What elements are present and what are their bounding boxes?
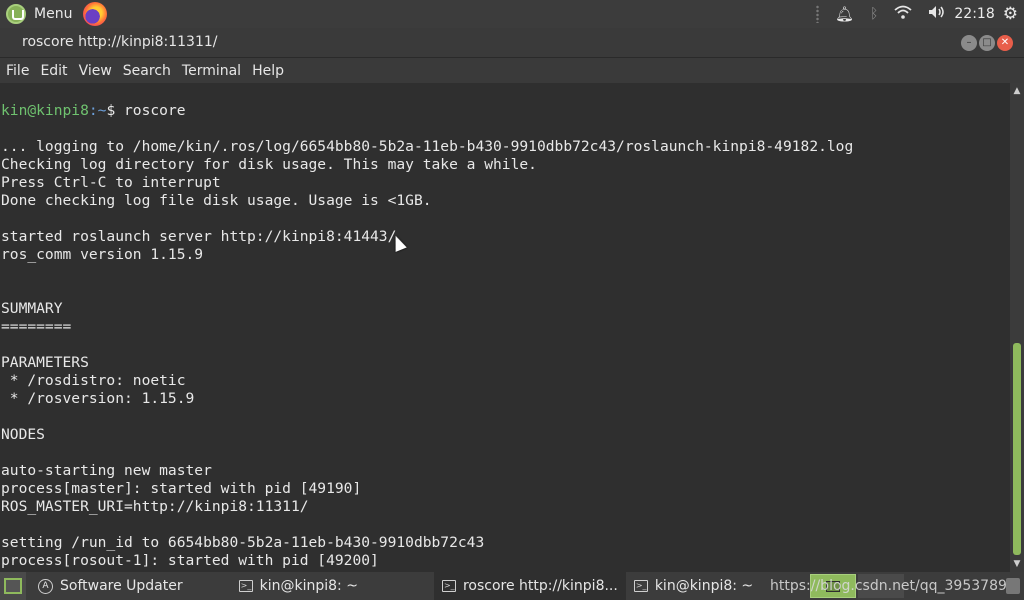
terminal-line: SUMMARY bbox=[1, 300, 63, 317]
minimize-button[interactable]: – bbox=[961, 35, 977, 51]
taskbar-item-terminal-2[interactable]: >_ kin@kinpi8: ~ bbox=[626, 572, 761, 600]
menubar: File Edit View Search Terminal Help bbox=[0, 58, 1024, 83]
terminal-scrollbar[interactable]: ▲ ▼ bbox=[1010, 83, 1024, 572]
menu-file[interactable]: File bbox=[6, 63, 29, 79]
terminal-line: Checking log directory for disk usage. T… bbox=[1, 156, 537, 173]
terminal-line: ... logging to /home/kin/.ros/log/6654bb… bbox=[1, 138, 854, 155]
window-titlebar[interactable]: roscore http://kinpi8:11311/ – □ ✕ bbox=[0, 28, 1024, 58]
show-desktop-button[interactable] bbox=[0, 572, 26, 600]
firefox-icon[interactable] bbox=[83, 2, 107, 26]
terminal-icon: >_ bbox=[441, 580, 456, 592]
terminal-line: * /rosversion: 1.15.9 bbox=[1, 390, 195, 407]
taskbar-item-roscore[interactable]: >_ roscore http://kinpi8... bbox=[433, 572, 626, 600]
terminal-line: auto-starting new master bbox=[1, 462, 212, 479]
scroll-down-arrow-icon[interactable]: ▼ bbox=[1012, 558, 1022, 570]
menu-view[interactable]: View bbox=[79, 63, 112, 79]
mint-logo-icon bbox=[6, 4, 26, 24]
top-panel: Menu 🔔︎ ᛒ 22:18 ⚙ bbox=[0, 0, 1024, 28]
watermark: https://blog.csdn.net/qq_39537898 bbox=[770, 578, 1016, 594]
terminal-line: Press Ctrl-C to interrupt bbox=[1, 174, 221, 191]
terminal-line: started roslaunch server http://kinpi8:4… bbox=[1, 228, 397, 245]
taskbar-item-software-updater[interactable]: A Software Updater bbox=[26, 572, 231, 600]
terminal-line: * /rosdistro: noetic bbox=[1, 372, 186, 389]
maximize-button[interactable]: □ bbox=[979, 35, 995, 51]
bell-icon[interactable]: 🔔︎ bbox=[835, 5, 854, 23]
scroll-up-arrow-icon[interactable]: ▲ bbox=[1012, 85, 1022, 97]
terminal-icon: >_ bbox=[633, 580, 648, 592]
taskbar-item-label: roscore http://kinpi8... bbox=[462, 578, 618, 594]
terminal-line: Done checking log file disk usage. Usage… bbox=[1, 192, 432, 209]
wifi-icon[interactable] bbox=[894, 5, 912, 23]
menu-edit[interactable]: Edit bbox=[40, 63, 67, 79]
gear-icon[interactable]: ⚙ bbox=[1003, 4, 1018, 24]
window-title: roscore http://kinpi8:11311/ bbox=[22, 34, 218, 50]
main-menu-label: Menu bbox=[34, 6, 73, 22]
terminal-line: setting /run_id to 6654bb80-5b2a-11eb-b4… bbox=[1, 534, 485, 551]
terminal-lines: ... logging to /home/kin/.ros/log/6654bb… bbox=[1, 138, 1010, 572]
volume-icon[interactable] bbox=[928, 5, 946, 23]
panel-grip bbox=[815, 5, 819, 23]
scrollbar-thumb[interactable] bbox=[1013, 343, 1021, 555]
taskbar-item-label: kin@kinpi8: ~ bbox=[654, 578, 754, 594]
prompt-command: $ roscore bbox=[106, 102, 186, 119]
taskbar-item-label: Software Updater bbox=[60, 578, 183, 594]
prompt-path: :~ bbox=[88, 102, 107, 119]
main-menu-button[interactable]: Menu bbox=[6, 3, 72, 25]
updater-icon: A bbox=[38, 578, 53, 594]
taskbar-item-terminal-1[interactable]: >_ kin@kinpi8: ~ bbox=[231, 572, 434, 600]
terminal-line: ======== bbox=[1, 318, 72, 335]
terminal-output[interactable]: kin@kinpi8:~$ roscore ... logging to /ho… bbox=[0, 83, 1010, 572]
prompt-user: kin@kinpi8 bbox=[1, 102, 89, 119]
menu-help[interactable]: Help bbox=[252, 63, 284, 79]
terminal-line: ROS_MASTER_URI=http://kinpi8:11311/ bbox=[1, 498, 309, 515]
terminal-line: ros_comm version 1.15.9 bbox=[1, 246, 204, 263]
menu-search[interactable]: Search bbox=[123, 63, 171, 79]
terminal-icon: >_ bbox=[238, 580, 253, 592]
close-button[interactable]: ✕ bbox=[997, 35, 1013, 51]
trash-icon[interactable] bbox=[1006, 578, 1020, 594]
system-tray: 🔔︎ ᛒ 22:18 ⚙ bbox=[815, 0, 1024, 28]
bluetooth-icon[interactable]: ᛒ bbox=[870, 6, 878, 22]
terminal-line: NODES bbox=[1, 426, 45, 443]
desktop-icon bbox=[4, 578, 22, 594]
terminal-line: PARAMETERS bbox=[1, 354, 89, 371]
clock[interactable]: 22:18 bbox=[954, 6, 994, 22]
terminal-prompt-line: kin@kinpi8:~$ roscore bbox=[1, 102, 1010, 120]
terminal-line: process[rosout-1]: started with pid [492… bbox=[1, 552, 379, 569]
menu-terminal[interactable]: Terminal bbox=[182, 63, 241, 79]
terminal-line: process[master]: started with pid [49190… bbox=[1, 480, 362, 497]
taskbar-item-label: kin@kinpi8: ~ bbox=[259, 578, 358, 594]
